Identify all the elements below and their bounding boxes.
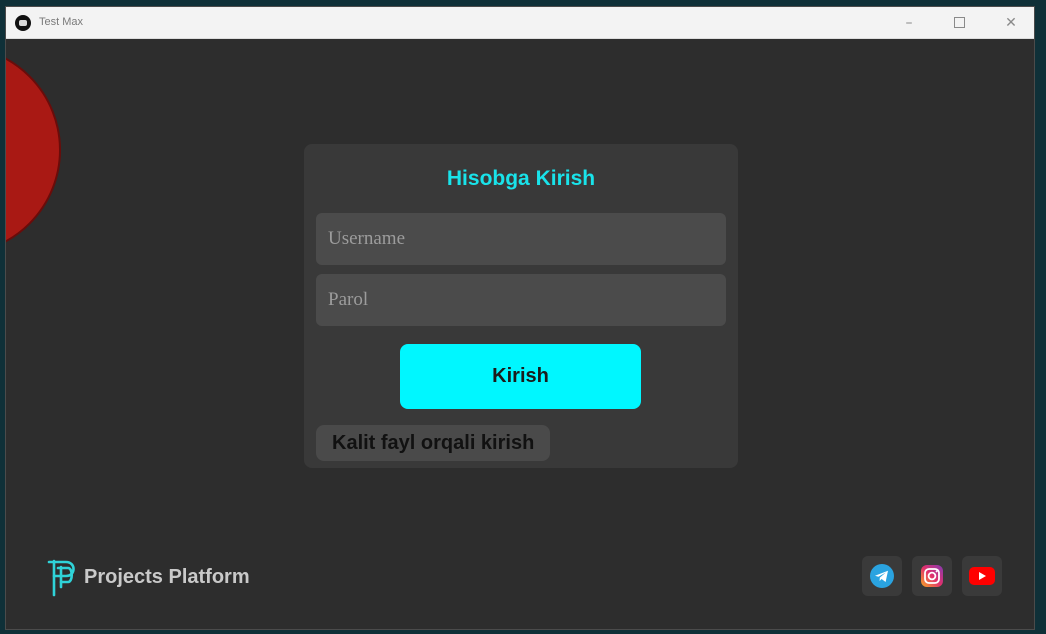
- brand: Projects Platform: [46, 557, 250, 597]
- login-title: Hisobga Kirish: [446, 167, 596, 190]
- instagram-link[interactable]: [912, 556, 952, 596]
- keyfile-login-button[interactable]: Kalit fayl orqali kirish: [316, 425, 551, 461]
- youtube-icon: [969, 567, 995, 585]
- close-button[interactable]: ✕: [988, 7, 1034, 38]
- username-input[interactable]: [316, 213, 726, 265]
- telegram-link[interactable]: [862, 556, 902, 596]
- maximize-button[interactable]: [936, 7, 982, 38]
- decorative-circle: [6, 45, 61, 255]
- password-input[interactable]: [316, 274, 726, 326]
- telegram-icon: [870, 564, 894, 588]
- app-window: Test Max – ✕ Hisobga Kirish Kirish Kalit…: [5, 6, 1035, 630]
- minimize-button[interactable]: –: [886, 7, 932, 38]
- app-logo-icon: [15, 15, 31, 31]
- youtube-link[interactable]: [962, 556, 1002, 596]
- instagram-icon: [921, 565, 943, 587]
- login-button[interactable]: Kirish: [400, 344, 641, 409]
- title-bar[interactable]: Test Max – ✕: [6, 7, 1034, 39]
- brand-name: Projects Platform: [84, 565, 250, 588]
- projects-platform-logo-icon: [47, 559, 75, 597]
- maximize-icon: [953, 17, 965, 28]
- login-card: Hisobga Kirish Kirish Kalit fayl orqali …: [304, 144, 738, 468]
- window-title: Test Max: [39, 16, 84, 28]
- desktop-background: Test Max – ✕ Hisobga Kirish Kirish Kalit…: [0, 0, 1046, 634]
